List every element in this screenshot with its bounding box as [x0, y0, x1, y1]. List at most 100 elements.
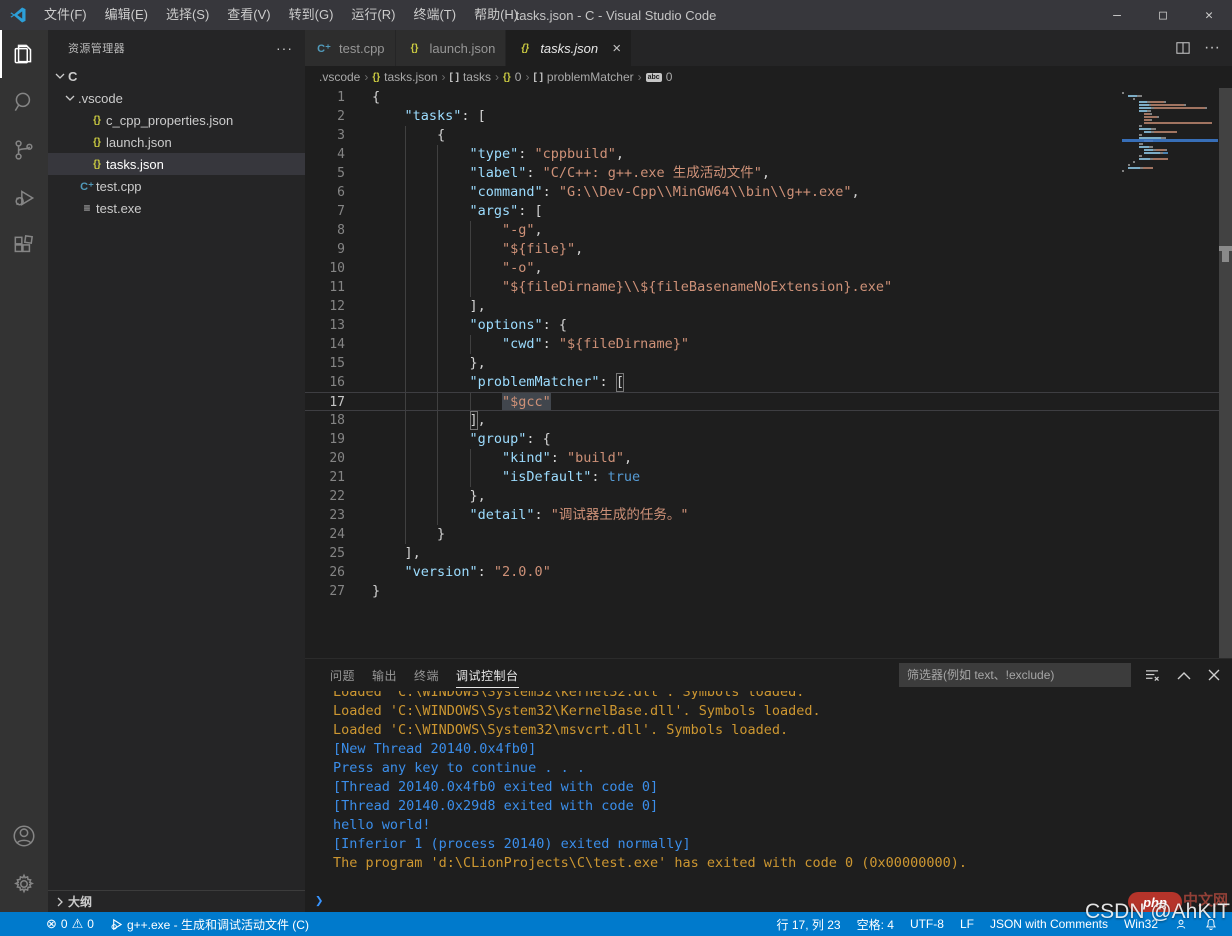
code-line[interactable]: 17"$gcc" — [305, 392, 1232, 411]
tree-item-launch.json[interactable]: {}launch.json — [48, 131, 305, 153]
code-line[interactable]: 22}, — [305, 487, 1232, 506]
close-button[interactable]: ✕ — [1186, 0, 1232, 30]
minimize-button[interactable]: — — [1094, 0, 1140, 30]
code-line[interactable]: 23"detail": "调试器生成的任务。" — [305, 506, 1232, 525]
close-tab-icon[interactable]: × — [612, 40, 621, 57]
status-item-3[interactable]: LF — [952, 912, 982, 936]
panel-tab-问题[interactable]: 问题 — [330, 663, 355, 688]
minimap[interactable] — [1122, 91, 1218, 172]
outline-section[interactable]: 大纲 — [48, 890, 305, 912]
problems-status[interactable]: ⊗ 0 ⚠ 0 — [38, 912, 102, 936]
indent-guide — [372, 563, 405, 582]
menu-item-2[interactable]: 选择(S) — [157, 0, 218, 30]
code-line[interactable]: 25], — [305, 544, 1232, 563]
code-line[interactable]: 24} — [305, 525, 1232, 544]
code-line[interactable]: 5"label": "C/C++: g++.exe 生成活动文件", — [305, 164, 1232, 183]
search-icon[interactable] — [0, 78, 48, 126]
indent-guide — [405, 506, 438, 525]
tree-item-c_cpp_properties.json[interactable]: {}c_cpp_properties.json — [48, 109, 305, 131]
console-line: Press any key to continue . . . — [333, 759, 1232, 778]
code-line[interactable]: 21"isDefault": true — [305, 468, 1232, 487]
indent-guide — [372, 411, 405, 430]
source-control-icon[interactable] — [0, 126, 48, 174]
status-item-2[interactable]: UTF-8 — [902, 912, 952, 936]
editor-scrollbar[interactable] — [1219, 88, 1232, 658]
code-line[interactable]: 13"options": { — [305, 316, 1232, 335]
tab-test.cpp[interactable]: C⁺test.cpp — [305, 30, 396, 66]
breadcrumb-label: .vscode — [319, 70, 360, 84]
menu-item-0[interactable]: 文件(F) — [35, 0, 96, 30]
code-line[interactable]: 15}, — [305, 354, 1232, 373]
tree-item-C[interactable]: C — [48, 65, 305, 87]
tree-item-test.cpp[interactable]: C⁺test.cpp — [48, 175, 305, 197]
explorer-header-title: 资源管理器 — [68, 40, 125, 56]
code-line[interactable]: 14"cwd": "${fileDirname}" — [305, 335, 1232, 354]
split-editor-icon[interactable] — [1176, 41, 1190, 55]
debug-status[interactable]: g++.exe - 生成和调试活动文件 (C) — [102, 912, 317, 936]
code-line[interactable]: 9"${file}", — [305, 240, 1232, 259]
explorer-icon[interactable] — [0, 30, 48, 78]
code-line[interactable]: 20"kind": "build", — [305, 449, 1232, 468]
code-line[interactable]: 4"type": "cppbuild", — [305, 145, 1232, 164]
breadcrumb-item-tasks.json[interactable]: {}tasks.json — [372, 70, 437, 84]
breadcrumb-item-0[interactable]: {}0 — [503, 70, 521, 84]
breadcrumb-item-problemMatcher[interactable]: [ ]problemMatcher — [533, 70, 633, 84]
code-line[interactable]: 11"${fileDirname}\\${fileBasenameNoExten… — [305, 278, 1232, 297]
line-number: 8 — [305, 221, 345, 240]
run-debug-icon[interactable] — [0, 174, 48, 222]
code-line[interactable]: 27} — [305, 582, 1232, 601]
clear-console-icon[interactable] — [1145, 669, 1160, 682]
breadcrumb-item-tasks[interactable]: [ ]tasks — [450, 70, 491, 84]
tree-item-test.exe[interactable]: ≡test.exe — [48, 197, 305, 219]
breadcrumb-item-.vscode[interactable]: .vscode — [319, 70, 360, 84]
line-number: 3 — [305, 126, 345, 145]
maximize-panel-icon[interactable] — [1177, 671, 1191, 680]
code-line[interactable]: 7"args": [ — [305, 202, 1232, 221]
close-panel-icon[interactable] — [1208, 669, 1220, 681]
code-line[interactable]: 2"tasks": [ — [305, 107, 1232, 126]
debug-status-label: g++.exe - 生成和调试活动文件 (C) — [127, 916, 309, 933]
code-line[interactable]: 8"-g", — [305, 221, 1232, 240]
menu-item-3[interactable]: 查看(V) — [218, 0, 279, 30]
account-icon[interactable] — [0, 812, 48, 860]
extensions-icon[interactable] — [0, 222, 48, 270]
status-item-1[interactable]: 空格: 4 — [849, 912, 902, 936]
code-line[interactable]: 16"problemMatcher": [ — [305, 373, 1232, 392]
tree-item-.vscode[interactable]: .vscode — [48, 87, 305, 109]
panel-tab-输出[interactable]: 输出 — [372, 663, 397, 688]
code-line[interactable]: 18], — [305, 411, 1232, 430]
status-item-0[interactable]: 行 17, 列 23 — [769, 912, 849, 936]
code-line[interactable]: 12], — [305, 297, 1232, 316]
code-line[interactable]: 26"version": "2.0.0" — [305, 563, 1232, 582]
code-line[interactable]: 10"-o", — [305, 259, 1232, 278]
debug-console-output[interactable]: Loaded 'C:\WINDOWS\System32\kernel32.dll… — [305, 691, 1232, 889]
console-filter-input[interactable] — [899, 663, 1131, 687]
menu-item-4[interactable]: 转到(G) — [280, 0, 343, 30]
settings-gear-icon[interactable] — [0, 860, 48, 908]
tree-item-tasks.json[interactable]: {}tasks.json — [48, 153, 305, 175]
indent-guide — [470, 221, 503, 240]
vscode-logo-icon — [9, 6, 27, 24]
panel-tab-终端[interactable]: 终端 — [414, 663, 439, 688]
code-token: "C/C++: g++.exe 生成活动文件" — [543, 164, 762, 183]
menu-item-1[interactable]: 编辑(E) — [96, 0, 157, 30]
code-token: "-g" — [502, 221, 535, 240]
tab-tasks.json[interactable]: {}tasks.json× — [506, 30, 632, 66]
panel-tab-调试控制台[interactable]: 调试控制台 — [456, 663, 519, 688]
code-token: "$gcc" — [502, 393, 551, 410]
code-line[interactable]: 3{ — [305, 126, 1232, 145]
console-line: [New Thread 20140.0x4fb0] — [333, 740, 1232, 759]
explorer-more-actions[interactable]: ··· — [276, 40, 293, 56]
code-line[interactable]: 19"group": { — [305, 430, 1232, 449]
code-editor[interactable]: 1{2"tasks": [3{4"type": "cppbuild",5"lab… — [305, 88, 1232, 658]
tab-launch.json[interactable]: {}launch.json — [396, 30, 507, 66]
editor-more-actions[interactable]: ··· — [1204, 39, 1220, 57]
menu-item-5[interactable]: 运行(R) — [342, 0, 404, 30]
breadcrumb[interactable]: .vscode›{}tasks.json›[ ]tasks›{}0›[ ]pro… — [305, 66, 1232, 88]
code-line[interactable]: 6"command": "G:\\Dev-Cpp\\MinGW64\\bin\\… — [305, 183, 1232, 202]
code-line[interactable]: 1{ — [305, 88, 1232, 107]
menu-item-6[interactable]: 终端(T) — [404, 0, 465, 30]
menu-item-7[interactable]: 帮助(H) — [465, 0, 527, 30]
maximize-button[interactable]: □ — [1140, 0, 1186, 30]
breadcrumb-item-0[interactable]: abc0 — [646, 70, 673, 84]
